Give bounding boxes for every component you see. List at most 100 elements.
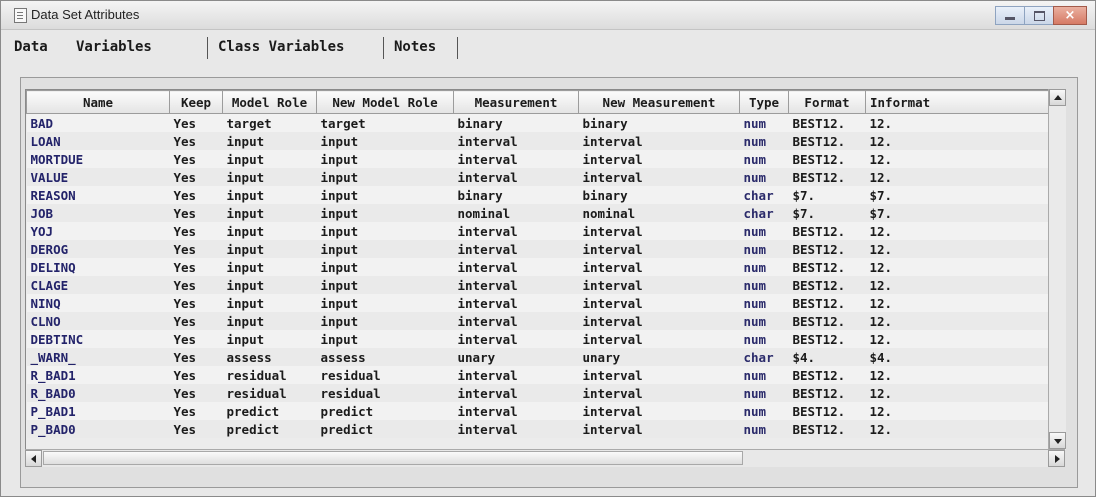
cell-name[interactable]: DELINQ bbox=[26, 258, 170, 276]
cell-informat[interactable]: 12. bbox=[865, 366, 1056, 384]
column-header-name[interactable]: Name bbox=[26, 90, 170, 114]
column-header-type[interactable]: Type bbox=[739, 90, 789, 114]
cell-type[interactable]: num bbox=[739, 384, 789, 402]
table-row[interactable]: R_BAD1 Yes residual residual interval interva… bbox=[26, 366, 1056, 384]
tab-notes[interactable]: Notes bbox=[394, 39, 436, 55]
cell-keep[interactable]: Yes bbox=[169, 168, 223, 186]
cell-type[interactable]: num bbox=[739, 366, 789, 384]
cell-type[interactable]: num bbox=[739, 402, 789, 420]
cell-model-role[interactable]: target bbox=[222, 113, 317, 132]
column-header-informat[interactable]: Informat bbox=[865, 90, 1056, 114]
cell-type[interactable]: char bbox=[739, 186, 789, 204]
cell-informat[interactable]: 12. bbox=[865, 113, 1056, 132]
cell-measurement[interactable]: interval bbox=[453, 384, 579, 402]
cell-new-measurement[interactable]: binary bbox=[578, 186, 740, 204]
cell-measurement[interactable]: unary bbox=[453, 348, 579, 366]
cell-keep[interactable]: Yes bbox=[169, 150, 223, 168]
cell-new-model-role[interactable]: input bbox=[316, 276, 454, 294]
table-row[interactable]: MORTDUE Yes input input interval interval num B… bbox=[26, 150, 1056, 168]
cell-informat[interactable]: 12. bbox=[865, 294, 1056, 312]
cell-new-measurement[interactable]: interval bbox=[578, 222, 740, 240]
cell-keep[interactable]: Yes bbox=[169, 402, 223, 420]
cell-model-role[interactable]: residual bbox=[222, 384, 317, 402]
cell-informat[interactable]: 12. bbox=[865, 330, 1056, 348]
horizontal-scrollbar[interactable] bbox=[25, 449, 1065, 467]
cell-new-model-role[interactable]: input bbox=[316, 240, 454, 258]
cell-keep[interactable]: Yes bbox=[169, 294, 223, 312]
cell-informat[interactable]: 12. bbox=[865, 312, 1056, 330]
cell-new-measurement[interactable]: interval bbox=[578, 168, 740, 186]
cell-new-measurement[interactable]: interval bbox=[578, 402, 740, 420]
cell-format[interactable]: BEST12. bbox=[788, 113, 866, 132]
cell-new-measurement[interactable]: interval bbox=[578, 420, 740, 438]
cell-name[interactable]: YOJ bbox=[26, 222, 170, 240]
cell-measurement[interactable]: interval bbox=[453, 150, 579, 168]
cell-model-role[interactable]: input bbox=[222, 186, 317, 204]
cell-measurement[interactable]: interval bbox=[453, 330, 579, 348]
scroll-left-button[interactable] bbox=[25, 450, 42, 467]
cell-new-measurement[interactable]: interval bbox=[578, 258, 740, 276]
scroll-right-button[interactable] bbox=[1048, 450, 1065, 467]
tab-variables[interactable]: Variables bbox=[76, 39, 152, 55]
cell-new-model-role[interactable]: residual bbox=[316, 366, 454, 384]
cell-keep[interactable]: Yes bbox=[169, 240, 223, 258]
table-row[interactable]: CLAGE Yes input input interval interval num BES… bbox=[26, 276, 1056, 294]
table-row[interactable]: DELINQ Yes input input interval interval num BE… bbox=[26, 258, 1056, 276]
cell-measurement[interactable]: interval bbox=[453, 168, 579, 186]
cell-model-role[interactable]: assess bbox=[222, 348, 317, 366]
table-row[interactable]: R_BAD0 Yes residual residual interval interva… bbox=[26, 384, 1056, 402]
cell-informat[interactable]: 12. bbox=[865, 132, 1056, 150]
tab-data[interactable]: Data bbox=[14, 39, 48, 55]
cell-type[interactable]: char bbox=[739, 348, 789, 366]
cell-name[interactable]: R_BAD0 bbox=[26, 384, 170, 402]
cell-keep[interactable]: Yes bbox=[169, 348, 223, 366]
cell-new-measurement[interactable]: interval bbox=[578, 384, 740, 402]
cell-model-role[interactable]: input bbox=[222, 276, 317, 294]
cell-new-measurement[interactable]: interval bbox=[578, 132, 740, 150]
cell-model-role[interactable]: predict bbox=[222, 420, 317, 438]
cell-measurement[interactable]: interval bbox=[453, 222, 579, 240]
cell-type[interactable]: char bbox=[739, 204, 789, 222]
table-row[interactable]: VALUE Yes input input interval interval num BES… bbox=[26, 168, 1056, 186]
cell-type[interactable]: num bbox=[739, 150, 789, 168]
cell-informat[interactable]: 12. bbox=[865, 384, 1056, 402]
cell-new-model-role[interactable]: input bbox=[316, 258, 454, 276]
cell-measurement[interactable]: interval bbox=[453, 402, 579, 420]
cell-new-model-role[interactable]: input bbox=[316, 168, 454, 186]
vertical-scrollbar[interactable] bbox=[1048, 89, 1066, 449]
cell-informat[interactable]: 12. bbox=[865, 168, 1056, 186]
column-header-new-model-role[interactable]: New Model Role bbox=[316, 90, 454, 114]
horizontal-scroll-thumb[interactable] bbox=[43, 451, 743, 465]
table-row[interactable]: CLNO Yes input input interval interval num BEST… bbox=[26, 312, 1056, 330]
cell-type[interactable]: num bbox=[739, 113, 789, 132]
cell-new-model-role[interactable]: predict bbox=[316, 420, 454, 438]
cell-format[interactable]: BEST12. bbox=[788, 132, 866, 150]
cell-new-model-role[interactable]: input bbox=[316, 150, 454, 168]
cell-type[interactable]: num bbox=[739, 312, 789, 330]
cell-new-measurement[interactable]: interval bbox=[578, 330, 740, 348]
cell-type[interactable]: num bbox=[739, 168, 789, 186]
cell-model-role[interactable]: input bbox=[222, 312, 317, 330]
cell-format[interactable]: BEST12. bbox=[788, 294, 866, 312]
cell-format[interactable]: BEST12. bbox=[788, 330, 866, 348]
table-row[interactable]: LOAN Yes input input interval interval num BEST… bbox=[26, 132, 1056, 150]
cell-keep[interactable]: Yes bbox=[169, 222, 223, 240]
cell-format[interactable]: $7. bbox=[788, 186, 866, 204]
cell-model-role[interactable]: input bbox=[222, 294, 317, 312]
cell-measurement[interactable]: binary bbox=[453, 113, 579, 132]
cell-format[interactable]: BEST12. bbox=[788, 312, 866, 330]
cell-format[interactable]: BEST12. bbox=[788, 258, 866, 276]
cell-model-role[interactable]: input bbox=[222, 132, 317, 150]
cell-name[interactable]: LOAN bbox=[26, 132, 170, 150]
cell-format[interactable]: BEST12. bbox=[788, 150, 866, 168]
cell-new-model-role[interactable]: input bbox=[316, 204, 454, 222]
table-row[interactable]: P_BAD0 Yes predict predict interval interval n… bbox=[26, 420, 1056, 438]
cell-new-model-role[interactable]: input bbox=[316, 312, 454, 330]
cell-name[interactable]: P_BAD1 bbox=[26, 402, 170, 420]
cell-new-model-role[interactable]: assess bbox=[316, 348, 454, 366]
cell-new-measurement[interactable]: unary bbox=[578, 348, 740, 366]
cell-informat[interactable]: $7. bbox=[865, 186, 1056, 204]
cell-informat[interactable]: $7. bbox=[865, 204, 1056, 222]
cell-type[interactable]: num bbox=[739, 240, 789, 258]
cell-informat[interactable]: 12. bbox=[865, 402, 1056, 420]
